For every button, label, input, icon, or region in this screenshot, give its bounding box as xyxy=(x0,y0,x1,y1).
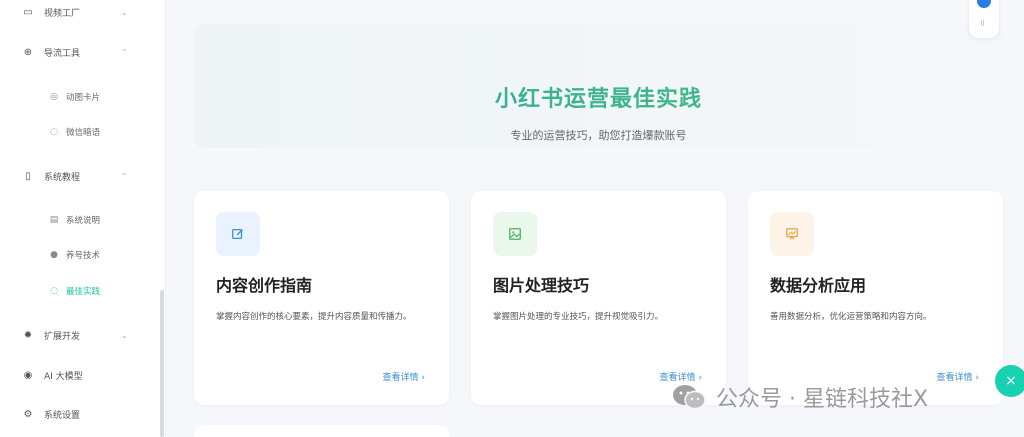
settings-icon: ⚙ xyxy=(23,408,33,420)
watermark-text: 公众号 · 星链科技社X xyxy=(716,387,929,412)
sidebar-item-wechat-code[interactable]: ◌ 微信暗语 xyxy=(0,120,160,144)
sidebar-item-label: 微信暗语 xyxy=(66,128,101,138)
card-icon: ◎ xyxy=(50,92,58,102)
sidebar-item-label: 视频工厂 xyxy=(44,8,81,19)
card-partial xyxy=(194,425,449,437)
chevron-up-icon: ⌃ xyxy=(121,47,128,57)
sidebar-item-label: 导流工具 xyxy=(44,48,81,59)
chevron-down-icon: ⌄ xyxy=(121,330,128,340)
card-description: 掌握内容创作的核心要素，提升内容质量和传播力。 xyxy=(216,312,412,322)
doc-icon: ▤ xyxy=(49,215,59,225)
widget-dot-icon xyxy=(977,0,991,8)
sidebar-item-extension-dev[interactable]: ✹ 扩展开发 ⌄ xyxy=(0,323,160,347)
floating-widget[interactable]: ⠿ xyxy=(969,0,999,38)
hero-banner: 小红书运营最佳实践 专业的运营技巧，助您打造爆款账号 xyxy=(194,24,1003,148)
sidebar-item-label: 系统设置 xyxy=(44,410,81,421)
sidebar-item-settings[interactable]: ⚙ 系统设置 xyxy=(0,402,160,426)
sidebar-item-ai-model[interactable]: ◉ AI 大模型 xyxy=(0,363,160,387)
sidebar-item-label: 最佳实践 xyxy=(66,287,101,297)
edit-icon xyxy=(216,212,260,256)
page-subtitle: 专业的运营技巧，助您打造爆款账号 xyxy=(510,129,687,142)
sidebar-item-label: AI 大模型 xyxy=(44,371,83,382)
sidebar-item-gif-card[interactable]: ◎ 动图卡片 xyxy=(0,85,160,109)
sidebar-item-label: 扩展开发 xyxy=(44,331,81,342)
sidebar-item-best-practice[interactable]: ◌ 最佳实践 xyxy=(0,279,160,303)
sidebar-item-tutorials[interactable]: ▯ 系统教程 ⌃ xyxy=(0,164,160,188)
sidebar: ▭ 视频工厂 ⌄ ⊕ 导流工具 ⌃ ◎ 动图卡片 ◌ 微信暗语 ▯ 系统教程 ⌃… xyxy=(0,0,166,437)
sidebar-item-label: 养号技术 xyxy=(66,251,101,261)
card-content-guide[interactable]: 内容创作指南 掌握内容创作的核心要素，提升内容质量和传播力。 查看详情 › xyxy=(194,191,449,405)
wechat-icon xyxy=(673,385,706,410)
chevron-up-icon: ⌃ xyxy=(121,171,128,181)
card-title: 图片处理技巧 xyxy=(493,276,590,295)
chevron-down-icon: ⌄ xyxy=(121,7,128,17)
card-data-analysis[interactable]: 数据分析应用 善用数据分析，优化运营策略和内容方向。 查看详情 › xyxy=(748,191,1003,405)
close-button[interactable]: × xyxy=(995,365,1024,397)
card-description: 掌握图片处理的专业技巧，提升视觉吸引力。 xyxy=(493,312,664,322)
card-description: 善用数据分析，优化运营策略和内容方向。 xyxy=(770,312,932,322)
chat-icon: ◌ xyxy=(50,127,58,137)
sidebar-item-system-guide[interactable]: ▤ 系统说明 xyxy=(0,208,160,232)
video-icon: ▭ xyxy=(23,6,33,18)
chart-board-icon xyxy=(770,212,814,256)
target-icon: ◌ xyxy=(50,286,58,296)
sidebar-item-label: 动图卡片 xyxy=(66,93,101,103)
sidebar-item-label: 系统教程 xyxy=(44,172,81,183)
drag-handle-icon[interactable]: ⠿ xyxy=(980,20,985,28)
page-title: 小红书运营最佳实践 xyxy=(194,81,1003,113)
user-icon: ● xyxy=(50,250,58,260)
image-icon xyxy=(493,212,537,256)
sidebar-scrollbar[interactable] xyxy=(160,290,164,437)
view-details-link[interactable]: 查看详情 › xyxy=(383,370,425,383)
link-icon: ⊕ xyxy=(23,46,33,58)
view-details-link[interactable]: 查看详情 › xyxy=(937,370,979,383)
card-title: 内容创作指南 xyxy=(216,276,313,295)
sidebar-item-label: 系统说明 xyxy=(66,216,101,226)
sidebar-item-traffic-tools[interactable]: ⊕ 导流工具 ⌃ xyxy=(0,40,160,64)
ai-icon: ◉ xyxy=(23,369,33,381)
book-icon: ▯ xyxy=(25,170,31,182)
card-image-tips[interactable]: 图片处理技巧 掌握图片处理的专业技巧，提升视觉吸引力。 查看详情 › xyxy=(471,191,726,405)
card-title: 数据分析应用 xyxy=(770,276,867,295)
gear-icon: ✹ xyxy=(23,329,33,341)
sidebar-item-account-nurturing[interactable]: ● 养号技术 xyxy=(0,243,160,267)
sidebar-item-video-factory[interactable]: ▭ 视频工厂 ⌄ xyxy=(0,0,160,24)
watermark: 公众号 · 星链科技社X xyxy=(672,380,928,414)
